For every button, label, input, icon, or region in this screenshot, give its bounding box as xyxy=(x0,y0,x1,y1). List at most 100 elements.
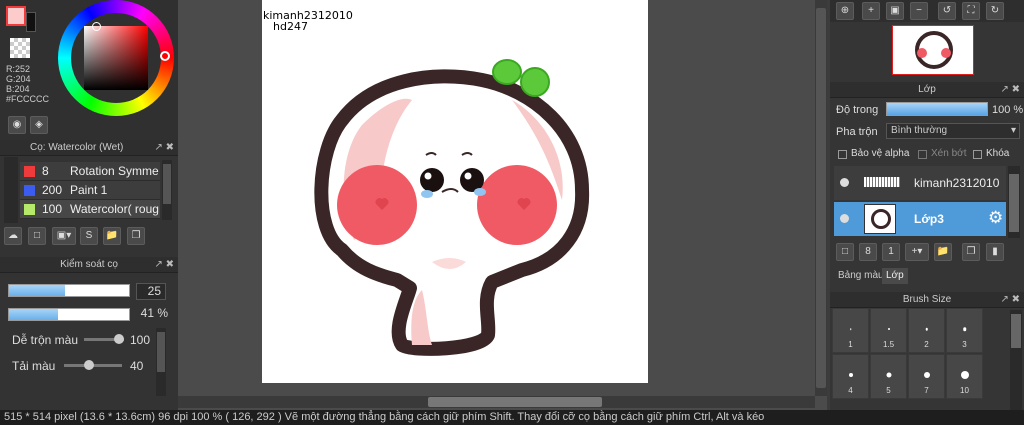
brush-control-scrollbar[interactable] xyxy=(156,328,166,396)
color-palette-button[interactable]: ◉ xyxy=(8,116,26,134)
brush-dot-icon xyxy=(886,372,891,378)
status-text: 515 * 514 pixel (13.6 * 13.6cm) 96 dpi 1… xyxy=(4,411,765,423)
new-brush-button[interactable]: □ xyxy=(28,227,46,245)
brush-size-cell[interactable]: 1.5 xyxy=(870,308,907,353)
fullscreen-icon[interactable]: ⛶ xyxy=(962,2,980,20)
brush-size-slider[interactable] xyxy=(8,284,130,297)
panel-close-icon[interactable]: ↗ ✖ xyxy=(154,140,174,156)
brush-size-cell[interactable]: 5 xyxy=(870,354,907,399)
brush-type-button[interactable]: ▣▾ xyxy=(52,227,76,245)
brush-size-label: 2 xyxy=(924,340,929,349)
r-value: R:252 xyxy=(6,64,31,74)
brush-copy-button[interactable]: ❐ xyxy=(127,227,145,245)
layer-row-selected[interactable]: Lớp3 ⚙ xyxy=(834,202,1006,236)
lock-checkbox[interactable] xyxy=(973,150,982,159)
merge-layer-icon[interactable]: ▮ xyxy=(986,243,1004,261)
brush-size-cell[interactable]: 4 xyxy=(832,354,869,399)
layer-thumbnail xyxy=(864,177,900,187)
brush-size-scrollbar[interactable] xyxy=(1010,310,1022,410)
brush-size: 100 xyxy=(42,202,63,216)
layer-opacity-label: Độ trong xyxy=(836,104,879,116)
layer-settings-gear-icon[interactable]: ⚙ xyxy=(988,208,1003,228)
drawing-canvas[interactable]: kimanh2312010 hd247 xyxy=(262,0,648,383)
layer-row[interactable]: kimanh2312010 xyxy=(834,166,1006,200)
vertical-scrollbar[interactable] xyxy=(815,0,827,396)
layers-panel-title: Lớp xyxy=(918,84,936,95)
right-panel: ⊕ + ▣ − ↺ ⛶ ↻ Lớp ↗ ✖ Độ trong 100 % Pha… xyxy=(830,0,1024,410)
background-color-swatch[interactable] xyxy=(26,12,36,32)
brush-item[interactable]: 200 Paint 1 xyxy=(20,181,160,200)
layer-folder-icon[interactable]: 📁 xyxy=(934,243,952,261)
brush-size-label: 7 xyxy=(924,386,929,395)
brush-settings-button[interactable]: S xyxy=(80,227,98,245)
saturation-value-square[interactable] xyxy=(84,26,148,90)
brush-item-selected[interactable]: 100 Watercolor( roug xyxy=(20,200,160,219)
brush-size-cell[interactable]: 7 xyxy=(908,354,945,399)
sv-handle[interactable] xyxy=(92,22,101,31)
blend-slider[interactable] xyxy=(84,334,124,344)
new-layer-1bit-icon[interactable]: 1 xyxy=(882,243,900,261)
layer-blend-select[interactable]: Bình thường ▾ xyxy=(886,123,1020,139)
visibility-toggle-icon[interactable] xyxy=(840,178,849,187)
fit-window-icon[interactable]: ▣ xyxy=(886,2,904,20)
brush-dot-icon xyxy=(887,328,890,330)
brush-import-button[interactable]: ☁ xyxy=(4,227,22,245)
color-settings-button[interactable]: ◈ xyxy=(30,116,48,134)
brush-folder-button[interactable]: 📁 xyxy=(103,227,121,245)
rotate-right-icon[interactable]: ↻ xyxy=(986,2,1004,20)
transparent-color-swatch[interactable] xyxy=(10,38,30,58)
brush-size-panel-header: Brush Size ↗ ✖ xyxy=(830,292,1024,308)
add-layer-menu-icon[interactable]: +▾ xyxy=(905,243,929,261)
brush-size-cell[interactable]: 2 xyxy=(908,308,945,353)
brush-name: Watercolor( roug xyxy=(70,202,159,216)
hex-value: #FCCCCC xyxy=(6,94,50,104)
left-panel: R:252 G:204 B:204 #FCCCCC ◉ ◈ Cọ: Waterc… xyxy=(0,0,178,410)
b-value: B:204 xyxy=(6,84,30,94)
brush-list-scrollbar[interactable] xyxy=(162,160,172,220)
layers-scrollbar[interactable] xyxy=(1008,166,1020,238)
brush-size: 8 xyxy=(42,164,49,178)
brush-size-cell[interactable]: 10 xyxy=(946,354,983,399)
rotate-left-icon[interactable]: ↺ xyxy=(938,2,956,20)
zoom-in-icon[interactable]: + xyxy=(862,2,880,20)
protect-alpha-checkbox[interactable] xyxy=(838,150,847,159)
brush-size-cell[interactable]: 3 xyxy=(946,308,983,353)
brush-item[interactable]: 8 Rotation Symme xyxy=(20,162,160,181)
reload-slider[interactable] xyxy=(64,360,122,370)
clipping-label: Xén bớt xyxy=(931,148,967,159)
foreground-color-swatch[interactable] xyxy=(6,6,26,26)
visibility-toggle-icon[interactable] xyxy=(840,214,849,223)
zoom-out-icon[interactable]: − xyxy=(910,2,928,20)
color-wheel[interactable] xyxy=(58,0,174,116)
new-layer-icon[interactable]: □ xyxy=(836,243,854,261)
brush-size-label: 1.5 xyxy=(882,340,895,349)
brush-color-icon xyxy=(24,185,35,196)
layer-name: kimanh2312010 xyxy=(914,176,1000,190)
clipping-checkbox[interactable] xyxy=(918,150,927,159)
horizontal-scrollbar[interactable] xyxy=(178,396,815,408)
hue-handle[interactable] xyxy=(160,51,170,61)
navigator-preview[interactable] xyxy=(892,25,974,75)
zoom-fit-icon[interactable]: ⊕ xyxy=(836,2,854,20)
panel-close-icon[interactable]: ↗ ✖ xyxy=(154,257,174,273)
brush-size-value[interactable]: 25 xyxy=(136,283,166,300)
character-illustration xyxy=(314,59,590,356)
new-layer-8bit-icon[interactable]: 8 xyxy=(859,243,877,261)
brush-dot-icon xyxy=(849,328,852,330)
brush-name: Rotation Symme xyxy=(70,164,159,178)
brush-panel-header: Cọ: Watercolor (Wet) ↗ ✖ xyxy=(0,140,178,156)
canvas-area[interactable]: kimanh2312010 hd247 xyxy=(178,0,827,410)
tab-layers[interactable]: Lớp xyxy=(882,268,908,284)
brush-size-cell[interactable]: 1 xyxy=(832,308,869,353)
blend-value: 100 xyxy=(130,333,151,347)
lock-label: Khóa xyxy=(986,148,1010,159)
brush-size: 200 xyxy=(42,183,63,197)
brush-size-grid: 1 1.5 2 3 4 5 7 10 xyxy=(832,308,1022,410)
layer-opacity-slider[interactable] xyxy=(886,102,988,116)
brush-size-label: 5 xyxy=(886,386,891,395)
panel-close-icon[interactable]: ↗ ✖ xyxy=(1000,82,1020,98)
duplicate-layer-icon[interactable]: ❐ xyxy=(962,243,980,261)
opacity-slider[interactable] xyxy=(8,308,130,321)
panel-close-icon[interactable]: ↗ ✖ xyxy=(1000,292,1020,308)
tab-color-palette[interactable]: Bảng màu xyxy=(834,268,888,284)
